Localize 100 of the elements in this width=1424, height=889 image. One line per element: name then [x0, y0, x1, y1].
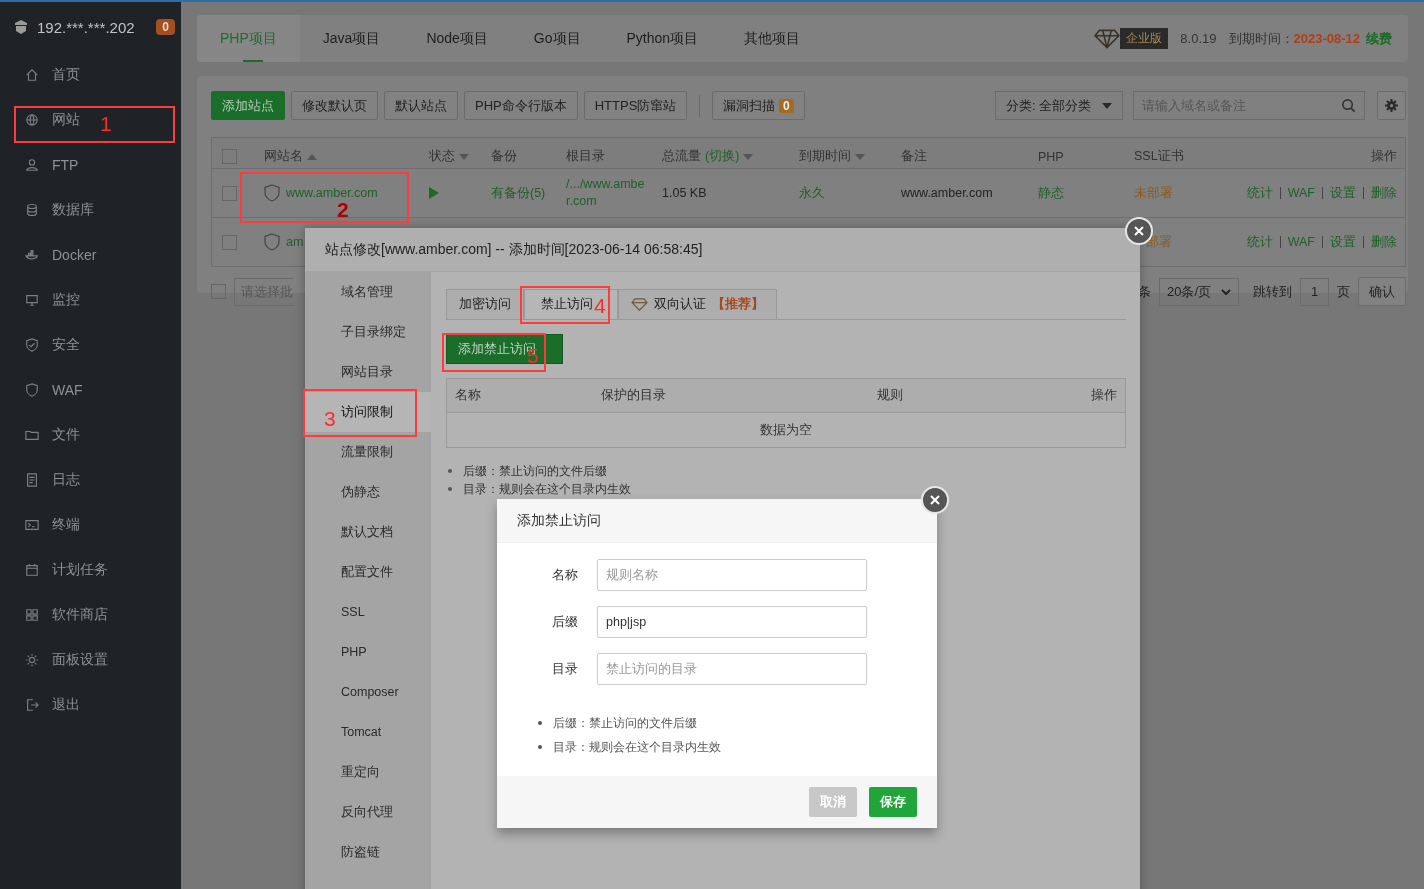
column-header[interactable]: SSL证书 [1134, 148, 1184, 165]
project-tab[interactable]: Go项目 [510, 15, 604, 62]
sidebar-item[interactable]: WAF [0, 367, 83, 412]
shield-icon [264, 233, 280, 251]
column-header[interactable]: 根目录 [566, 148, 605, 165]
column-header[interactable]: 网站名 [264, 148, 303, 165]
callout-number: 3 [324, 408, 336, 429]
toolbar-button[interactable]: 默认站点 [384, 91, 458, 120]
sidebar-item[interactable]: 数据库 [0, 187, 94, 232]
category-select[interactable]: 分类: 全部分类 [995, 91, 1123, 120]
close-icon [930, 495, 940, 505]
hint-text: 后缀：禁止访问的文件后缀 [463, 463, 607, 480]
project-tab[interactable]: 其他项目 [721, 15, 824, 62]
server-address: 192.***.***.202 [37, 18, 136, 36]
callout-number: 1 [100, 113, 112, 134]
sidebar-item[interactable]: 文件 [0, 412, 80, 457]
sort-down-icon [743, 153, 754, 160]
column-header[interactable]: 操作 [1371, 148, 1397, 165]
toolbar-button[interactable]: 修改默认页 [291, 91, 378, 120]
input-field[interactable]: 规则名称 [597, 559, 867, 591]
count-text: 条 [1138, 282, 1151, 301]
dialog-title: 添加禁止访问 [517, 511, 601, 530]
dialog-tab[interactable]: 双向认证 【推荐】 [618, 289, 777, 319]
sidebar-item[interactable]: Docker [0, 232, 97, 277]
column-header: 操作 [1090, 387, 1117, 404]
sidebar-item[interactable]: 终端 [0, 502, 80, 547]
input-field[interactable]: php|jsp [597, 606, 867, 638]
toolbar-button[interactable]: HTTPS防窜站 [583, 91, 688, 120]
batch-checkbox[interactable] [211, 284, 226, 299]
dialog-tab[interactable]: 加密访问 [446, 289, 524, 319]
page-unit: 页 [1337, 282, 1350, 301]
column-header: 保护的目录 [601, 387, 667, 404]
column-header[interactable]: 总流量 [662, 148, 701, 165]
jump-label: 跳转到 [1253, 282, 1292, 301]
remark-text: www.amber.com [901, 186, 993, 200]
scan-button[interactable]: 漏洞扫描 0 [712, 91, 805, 120]
project-tab[interactable]: Node项目 [403, 15, 511, 62]
person-icon [25, 157, 39, 172]
project-tab[interactable]: Java项目 [299, 15, 404, 62]
expiry-date: 2023-08-12 [1293, 31, 1360, 46]
field-label: 名称 [551, 566, 578, 584]
row-checkbox[interactable] [222, 185, 237, 201]
diamond-icon [1094, 28, 1121, 49]
field-label: 目录 [551, 660, 578, 678]
diamond-icon [631, 298, 648, 311]
empty-message: 数据为空 [760, 421, 812, 439]
close-icon [1134, 226, 1144, 236]
document-icon [25, 472, 39, 487]
bullet-dot [538, 721, 542, 725]
column-header[interactable]: 到期时间 [799, 148, 851, 165]
toolbar-button[interactable]: 添加站点 [211, 91, 285, 120]
save-button[interactable]: 保存 [869, 787, 917, 817]
column-header[interactable]: PHP [1038, 149, 1064, 164]
bullet-dot [538, 745, 542, 749]
play-icon[interactable] [429, 187, 439, 199]
field-label: 后缀 [551, 613, 578, 631]
edition-badge: 企业版 [1120, 28, 1169, 49]
callout-number: 4 [594, 295, 606, 316]
sidebar-item[interactable]: 日志 [0, 457, 80, 502]
sort-up-icon [307, 153, 317, 160]
expiry-label: 到期时间： [1228, 29, 1294, 48]
dialog-title: 站点修改[www.amber.com] -- 添加时间[2023-06-14 06:58:45] [325, 240, 703, 259]
sidebar-item[interactable]: 退出 [0, 682, 80, 727]
sidebar-item[interactable]: 计划任务 [0, 547, 108, 592]
input-field[interactable]: 禁止访问的目录 [597, 653, 867, 685]
sidebar-label: Docker [52, 246, 97, 263]
sidebar-item[interactable]: 首页 [0, 52, 80, 97]
column-header[interactable]: 备注 [901, 148, 927, 165]
notification-badge[interactable]: 0 [156, 19, 175, 35]
sidebar-item[interactable]: 网站 [0, 97, 80, 142]
caret-icon [1102, 102, 1112, 109]
sidebar-item[interactable]: 监控 [0, 277, 80, 322]
sidebar-item[interactable]: 面板设置 [0, 637, 108, 682]
column-header[interactable]: 状态 [429, 148, 455, 165]
toolbar-button[interactable]: PHP命令行版本 [464, 91, 578, 120]
column-header: 名称 [455, 387, 482, 404]
logo-icon [13, 19, 29, 35]
home-icon [25, 67, 39, 82]
sidebar-label: 退出 [52, 695, 80, 714]
sidebar-label: 软件商店 [52, 605, 108, 624]
confirm-button[interactable]: 确认 [1358, 277, 1406, 306]
callout-number: 2 [337, 199, 349, 220]
project-tab[interactable]: Python项目 [603, 15, 722, 62]
settings-button[interactable] [1377, 91, 1406, 120]
globe-icon [25, 112, 39, 127]
sidebar-label: 文件 [52, 425, 80, 444]
sidebar-item[interactable]: FTP [0, 142, 79, 187]
database-icon [25, 202, 39, 217]
version-text: 8.0.19 [1180, 31, 1217, 46]
row-checkbox[interactable] [222, 234, 237, 250]
sidebar-item[interactable]: 软件商店 [0, 592, 108, 637]
sidebar-label: 计划任务 [52, 560, 108, 579]
page-input[interactable]: 1 [1300, 277, 1329, 306]
hint-text: 目录：规则会在这个目录内生效 [553, 739, 721, 756]
sidebar-label: 网站 [52, 110, 80, 129]
column-header[interactable]: 备份 [491, 148, 517, 165]
page-size-select[interactable]: 20条/页 [1159, 277, 1239, 306]
sidebar-item[interactable]: 安全 [0, 322, 80, 367]
hint-text: 目录：规则会在这个目录内生效 [463, 481, 631, 498]
sidebar-label: 数据库 [52, 200, 94, 219]
